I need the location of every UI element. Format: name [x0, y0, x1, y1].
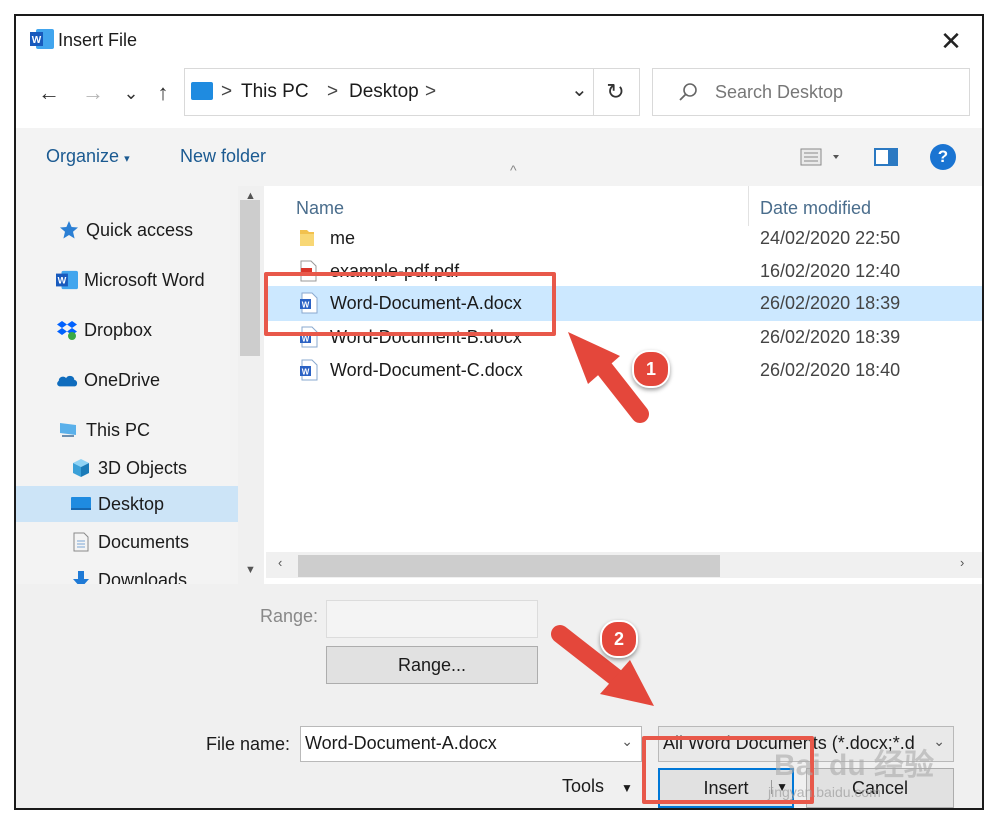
annotation-arrows: [551, 332, 654, 706]
watermark-url: jingyan.baidu.com: [768, 784, 881, 800]
watermark-brand: Bai du 经验: [774, 749, 935, 782]
step-badge-2: 2: [600, 620, 638, 658]
arrow-1: [568, 332, 649, 423]
step-badge-1: 1: [632, 350, 670, 388]
